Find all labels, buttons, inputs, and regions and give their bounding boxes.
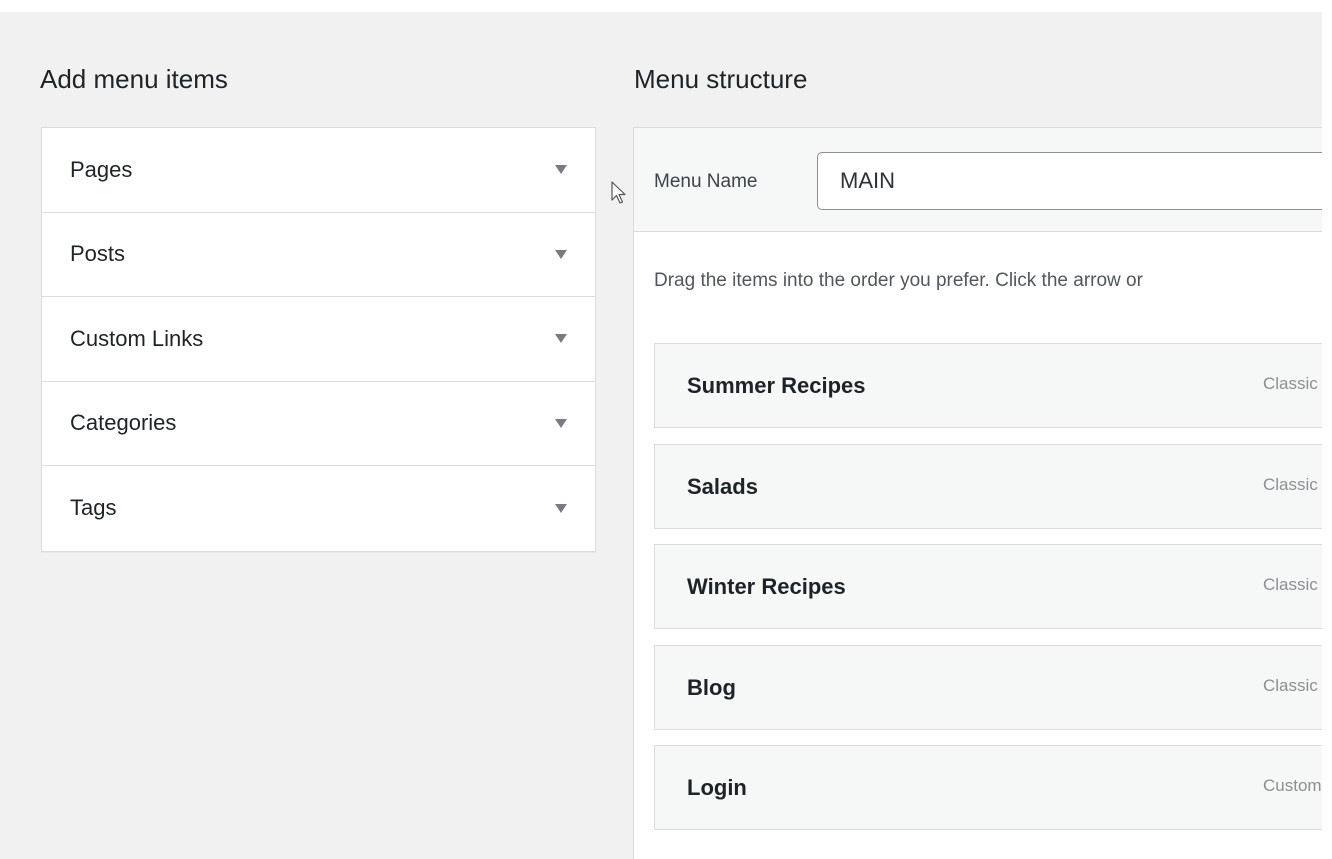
menu-name-header: Menu Name (634, 128, 1322, 232)
menu-item-title: Login (687, 774, 747, 800)
triangle-down-icon[interactable] (555, 334, 567, 344)
menu-item-title: Salads (687, 473, 758, 499)
window-edge (1322, 0, 1332, 859)
accordion-section-label: Tags (70, 495, 117, 521)
menu-item-summer-recipes[interactable]: Summer Recipes Classic (654, 343, 1322, 428)
accordion-section-label: Pages (70, 156, 133, 182)
menu-item-login[interactable]: Login Custom (654, 745, 1322, 830)
menu-item-winter-recipes[interactable]: Winter Recipes Classic (654, 544, 1322, 629)
menu-item-type: Classic (1263, 475, 1318, 494)
mouse-pointer-icon (611, 181, 626, 204)
triangle-down-icon[interactable] (555, 503, 567, 513)
drag-instructions: Drag the items into the order you prefer… (654, 270, 1143, 291)
menu-item-title: Summer Recipes (687, 372, 866, 398)
triangle-down-icon[interactable] (555, 165, 567, 175)
menu-item-type: Classic (1263, 575, 1318, 594)
menu-item-blog[interactable]: Blog Classic (654, 645, 1322, 730)
triangle-down-icon[interactable] (555, 418, 567, 428)
menu-item-title: Blog (687, 674, 736, 700)
menu-item-title: Winter Recipes (687, 573, 846, 599)
menu-item-type: Custom (1263, 776, 1322, 795)
accordion-section-custom-links[interactable]: Custom Links (42, 297, 595, 382)
menu-structure-panel: Menu Name Drag the items into the order … (633, 127, 1322, 859)
accordion-section-label: Custom Links (70, 325, 204, 351)
menu-structure-title: Menu structure (634, 64, 808, 94)
add-menu-items-accordion: Pages Posts Custom Links Categories Tags (41, 127, 596, 552)
menu-name-label: Menu Name (654, 171, 758, 192)
accordion-section-label: Categories (70, 410, 177, 436)
menu-item-salads[interactable]: Salads Classic (654, 444, 1322, 529)
menu-item-type: Classic (1263, 676, 1318, 695)
accordion-section-posts[interactable]: Posts (42, 213, 595, 297)
wp-menus-screen: Add menu items Menu structure Pages Post… (0, 0, 1322, 859)
accordion-section-label: Posts (70, 241, 126, 267)
accordion-section-pages[interactable]: Pages (42, 128, 595, 213)
menu-item-type: Classic (1263, 374, 1318, 393)
accordion-section-categories[interactable]: Categories (42, 382, 595, 466)
accordion-section-tags[interactable]: Tags (42, 466, 595, 551)
triangle-down-icon[interactable] (555, 249, 567, 259)
add-menu-items-title: Add menu items (40, 64, 228, 94)
menu-name-input[interactable] (817, 152, 1322, 210)
